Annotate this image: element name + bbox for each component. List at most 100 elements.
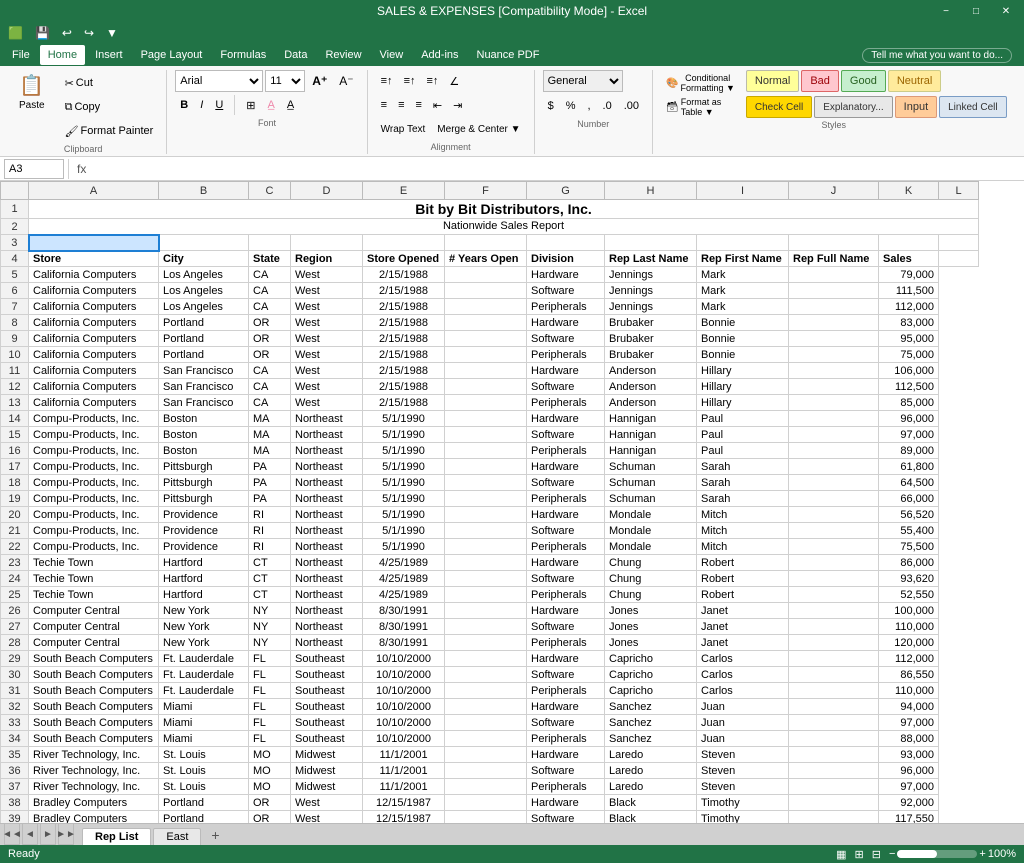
cell-9-5[interactable] [445, 331, 527, 347]
cell-27-1[interactable]: New York [159, 619, 249, 635]
row-num-6[interactable]: 6 [1, 283, 29, 299]
cell-38-1[interactable]: Portland [159, 795, 249, 811]
cell-16-1[interactable]: Boston [159, 443, 249, 459]
col-header-label-6[interactable]: Division [527, 251, 605, 267]
row-num-7[interactable]: 7 [1, 299, 29, 315]
cell-5-3[interactable]: West [291, 267, 363, 283]
style-explanatory[interactable]: Explanatory... [814, 96, 892, 118]
col-header-j[interactable]: J [789, 182, 879, 200]
cell-6-9[interactable] [789, 283, 879, 299]
cell-20-2[interactable]: RI [249, 507, 291, 523]
cell-3-1[interactable] [159, 235, 249, 251]
cell-35-0[interactable]: River Technology, Inc. [29, 747, 159, 763]
save-qa-btn[interactable]: 💾 [31, 24, 54, 42]
cell-10-2[interactable]: OR [249, 347, 291, 363]
cell-37-1[interactable]: St. Louis [159, 779, 249, 795]
cell-18-0[interactable]: Compu-Products, Inc. [29, 475, 159, 491]
undo-qa-btn[interactable]: ↩ [58, 24, 76, 42]
cell-10-6[interactable]: Peripherals [527, 347, 605, 363]
row-num-35[interactable]: 35 [1, 747, 29, 763]
cell-18-6[interactable]: Software [527, 475, 605, 491]
cell-32-2[interactable]: FL [249, 699, 291, 715]
cell-3-7[interactable] [605, 235, 697, 251]
cell-19-1[interactable]: Pittsburgh [159, 491, 249, 507]
cell-23-9[interactable] [789, 555, 879, 571]
cell-30-8[interactable]: Carlos [697, 667, 789, 683]
status-view-normal[interactable]: ▦ [836, 848, 846, 861]
col-header-e[interactable]: E [363, 182, 445, 200]
cell-17-6[interactable]: Hardware [527, 459, 605, 475]
col-header-b[interactable]: B [159, 182, 249, 200]
cell-7-9[interactable] [789, 299, 879, 315]
cell-32-1[interactable]: Miami [159, 699, 249, 715]
cell-34-2[interactable]: FL [249, 731, 291, 747]
style-linked-cell[interactable]: Linked Cell [939, 96, 1006, 118]
cell-10-5[interactable] [445, 347, 527, 363]
menu-nuance[interactable]: Nuance PDF [469, 45, 548, 65]
cell-14-9[interactable] [789, 411, 879, 427]
zoom-in-btn[interactable]: + [979, 848, 985, 860]
cell-8-2[interactable]: OR [249, 315, 291, 331]
cell-24-8[interactable]: Robert [697, 571, 789, 587]
cell-11-5[interactable] [445, 363, 527, 379]
row-num-29[interactable]: 29 [1, 651, 29, 667]
cell-22-2[interactable]: RI [249, 539, 291, 555]
merge-center-btn[interactable]: Merge & Center ▼ [432, 118, 525, 140]
cell-22-1[interactable]: Providence [159, 539, 249, 555]
row-num-1[interactable]: 1 [1, 200, 29, 219]
align-right-btn[interactable]: ≡ [410, 94, 426, 116]
cell-17-7[interactable]: Schuman [605, 459, 697, 475]
status-view-layout[interactable]: ⊞ [855, 848, 864, 861]
style-bad[interactable]: Bad [801, 70, 839, 92]
style-input[interactable]: Input [895, 96, 937, 118]
sheet-tab-scroll-last[interactable]: ►► [58, 823, 74, 845]
cell-10-10[interactable]: 75,000 [879, 347, 939, 363]
spreadsheet-container[interactable]: A B C D E F G H I J K L 1Bit by Bit Dist… [0, 181, 1024, 823]
row-num-13[interactable]: 13 [1, 395, 29, 411]
cell-32-3[interactable]: Southeast [291, 699, 363, 715]
cell-7-4[interactable]: 2/15/1988 [363, 299, 445, 315]
cell-36-0[interactable]: River Technology, Inc. [29, 763, 159, 779]
row-num-33[interactable]: 33 [1, 715, 29, 731]
row-num-19[interactable]: 19 [1, 491, 29, 507]
cell-27-0[interactable]: Computer Central [29, 619, 159, 635]
cell-34-4[interactable]: 10/10/2000 [363, 731, 445, 747]
cell-34-0[interactable]: South Beach Computers [29, 731, 159, 747]
cell-39-0[interactable]: Bradley Computers [29, 811, 159, 824]
cell-25-1[interactable]: Hartford [159, 587, 249, 603]
cell-11-1[interactable]: San Francisco [159, 363, 249, 379]
cell-29-6[interactable]: Hardware [527, 651, 605, 667]
cell-28-3[interactable]: Northeast [291, 635, 363, 651]
cell-27-9[interactable] [789, 619, 879, 635]
cell-20-4[interactable]: 5/1/1990 [363, 507, 445, 523]
cell-33-1[interactable]: Miami [159, 715, 249, 731]
cell-24-3[interactable]: Northeast [291, 571, 363, 587]
cell-15-10[interactable]: 97,000 [879, 427, 939, 443]
cell-14-6[interactable]: Hardware [527, 411, 605, 427]
cell-17-9[interactable] [789, 459, 879, 475]
cell-37-6[interactable]: Peripherals [527, 779, 605, 795]
cell-12-10[interactable]: 112,500 [879, 379, 939, 395]
cell-38-5[interactable] [445, 795, 527, 811]
cell-26-10[interactable]: 100,000 [879, 603, 939, 619]
cell-7-3[interactable]: West [291, 299, 363, 315]
cell-6-6[interactable]: Software [527, 283, 605, 299]
cell-13-6[interactable]: Peripherals [527, 395, 605, 411]
cell-7-8[interactable]: Mark [697, 299, 789, 315]
cell-27-4[interactable]: 8/30/1991 [363, 619, 445, 635]
cell-38-6[interactable]: Hardware [527, 795, 605, 811]
cell-38-4[interactable]: 12/15/1987 [363, 795, 445, 811]
cell-7-10[interactable]: 112,000 [879, 299, 939, 315]
cell-32-9[interactable] [789, 699, 879, 715]
cell-27-3[interactable]: Northeast [291, 619, 363, 635]
cell-18-1[interactable]: Pittsburgh [159, 475, 249, 491]
row-num-2[interactable]: 2 [1, 219, 29, 235]
cell-3-10[interactable] [879, 235, 939, 251]
cell-7-2[interactable]: CA [249, 299, 291, 315]
cell-27-6[interactable]: Software [527, 619, 605, 635]
cell-8-1[interactable]: Portland [159, 315, 249, 331]
cell-31-9[interactable] [789, 683, 879, 699]
cell-37-0[interactable]: River Technology, Inc. [29, 779, 159, 795]
cell-31-5[interactable] [445, 683, 527, 699]
cell-28-0[interactable]: Computer Central [29, 635, 159, 651]
